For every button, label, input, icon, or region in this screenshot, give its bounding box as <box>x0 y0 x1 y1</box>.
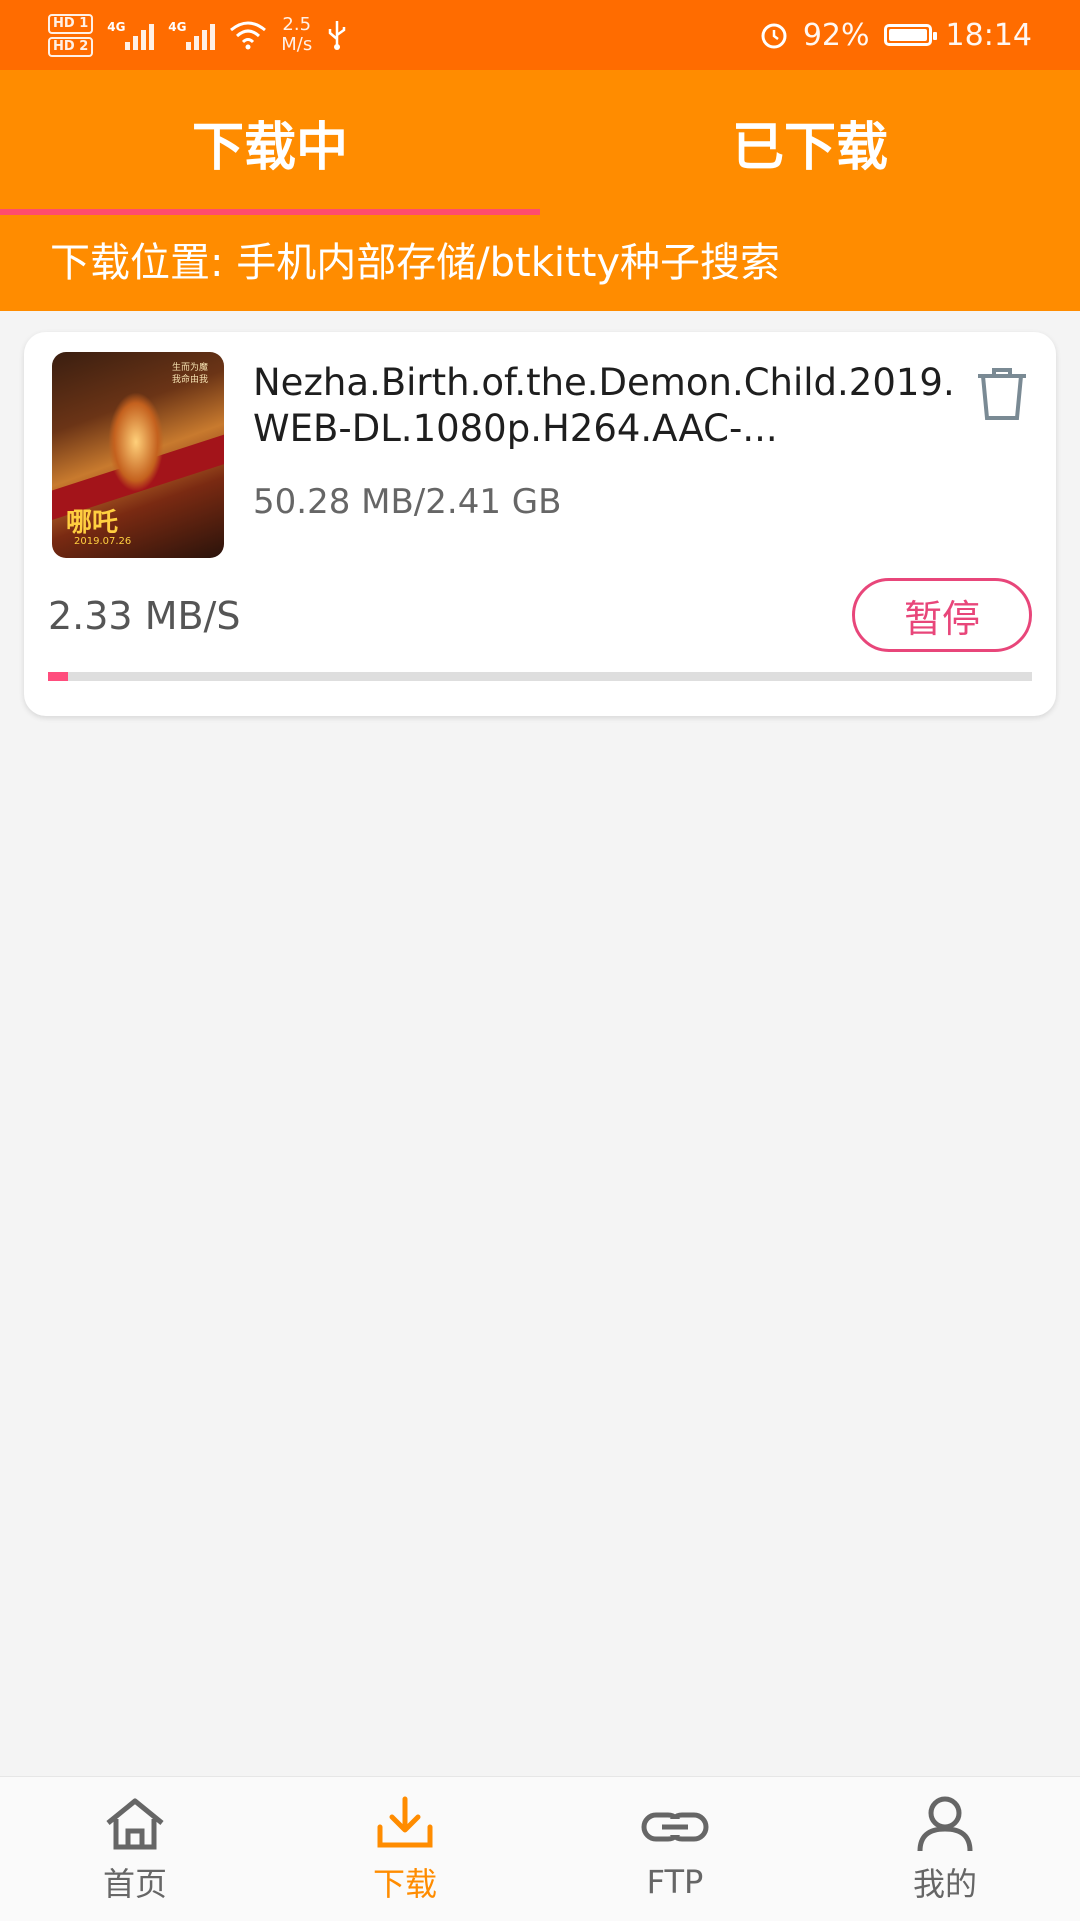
signal-sim2-icon: 4G <box>168 20 216 50</box>
poster-date: 2019.07.26 <box>74 536 132 547</box>
tab-bar: 下载中 已下载 <box>0 70 1080 215</box>
wifi-icon <box>230 21 267 50</box>
signal-sim1-icon: 4G <box>107 20 155 50</box>
battery-icon <box>883 24 937 46</box>
nav-label-profile: 我的 <box>912 1865 977 1903</box>
nav-item-home[interactable]: 首页 <box>0 1777 270 1921</box>
download-item-card[interactable]: 生而为魔 我命由我 哪吒 2019.07.26 Nezha.Birth.of.t… <box>24 332 1056 716</box>
network-speed: 2.5 M/s <box>281 15 312 55</box>
pause-button[interactable]: 暂停 <box>852 578 1032 652</box>
network-speed-value: 2.5 <box>282 14 312 35</box>
download-file-name: Nezha.Birth.of.the.Demon.Child.2019.WEB-… <box>253 361 955 450</box>
nav-item-download[interactable]: 下载 <box>270 1777 540 1921</box>
alarm-icon <box>761 23 787 49</box>
movie-poster-thumbnail: 生而为魔 我命由我 哪吒 2019.07.26 <box>52 352 224 558</box>
trash-icon[interactable] <box>970 362 1034 426</box>
clock: 18:14 <box>945 17 1032 53</box>
usb-icon <box>328 21 346 50</box>
status-bar: HD 1 HD 2 4G 4G 2.5 M/s 92% 18:14 <box>0 0 1080 70</box>
tab-downloading-label: 下载中 <box>191 118 348 178</box>
download-icon <box>377 1796 433 1848</box>
download-location: 下载位置: 手机内部存储/btkitty种子搜索 <box>0 215 1080 311</box>
tab-downloaded-label: 已下载 <box>731 118 888 178</box>
hd1-badge: HD 1 <box>48 13 94 34</box>
sim1-network-type: 4G <box>107 20 126 34</box>
network-speed-unit: M/s <box>281 34 313 55</box>
hd2-badge: HD 2 <box>48 36 94 57</box>
tab-downloaded[interactable]: 已下载 <box>540 70 1080 215</box>
download-progress-fill <box>48 672 68 681</box>
nav-item-ftp[interactable]: FTP <box>540 1777 810 1921</box>
home-icon <box>106 1798 164 1850</box>
download-speed: 2.33 MB/S <box>48 594 241 638</box>
nav-label-home: 首页 <box>102 1865 167 1903</box>
nav-label-download: 下载 <box>372 1865 437 1903</box>
user-icon <box>917 1796 973 1852</box>
nav-item-profile[interactable]: 我的 <box>810 1777 1080 1921</box>
battery-percent: 92% <box>802 17 870 53</box>
download-progress-bar <box>48 672 1032 681</box>
status-bar-left: HD 1 HD 2 4G 4G 2.5 M/s <box>48 13 348 57</box>
hd-indicators: HD 1 HD 2 <box>48 13 94 57</box>
sim2-network-type: 4G <box>168 20 187 34</box>
status-bar-right: 92% 18:14 <box>759 18 1032 53</box>
tab-downloading[interactable]: 下载中 <box>0 70 540 215</box>
download-size: 50.28 MB/2.41 GB <box>253 482 562 522</box>
bottom-navigation: 首页 下载 FTP 我的 <box>0 1776 1080 1921</box>
nav-label-ftp: FTP <box>646 1863 704 1901</box>
link-icon <box>641 1812 709 1842</box>
